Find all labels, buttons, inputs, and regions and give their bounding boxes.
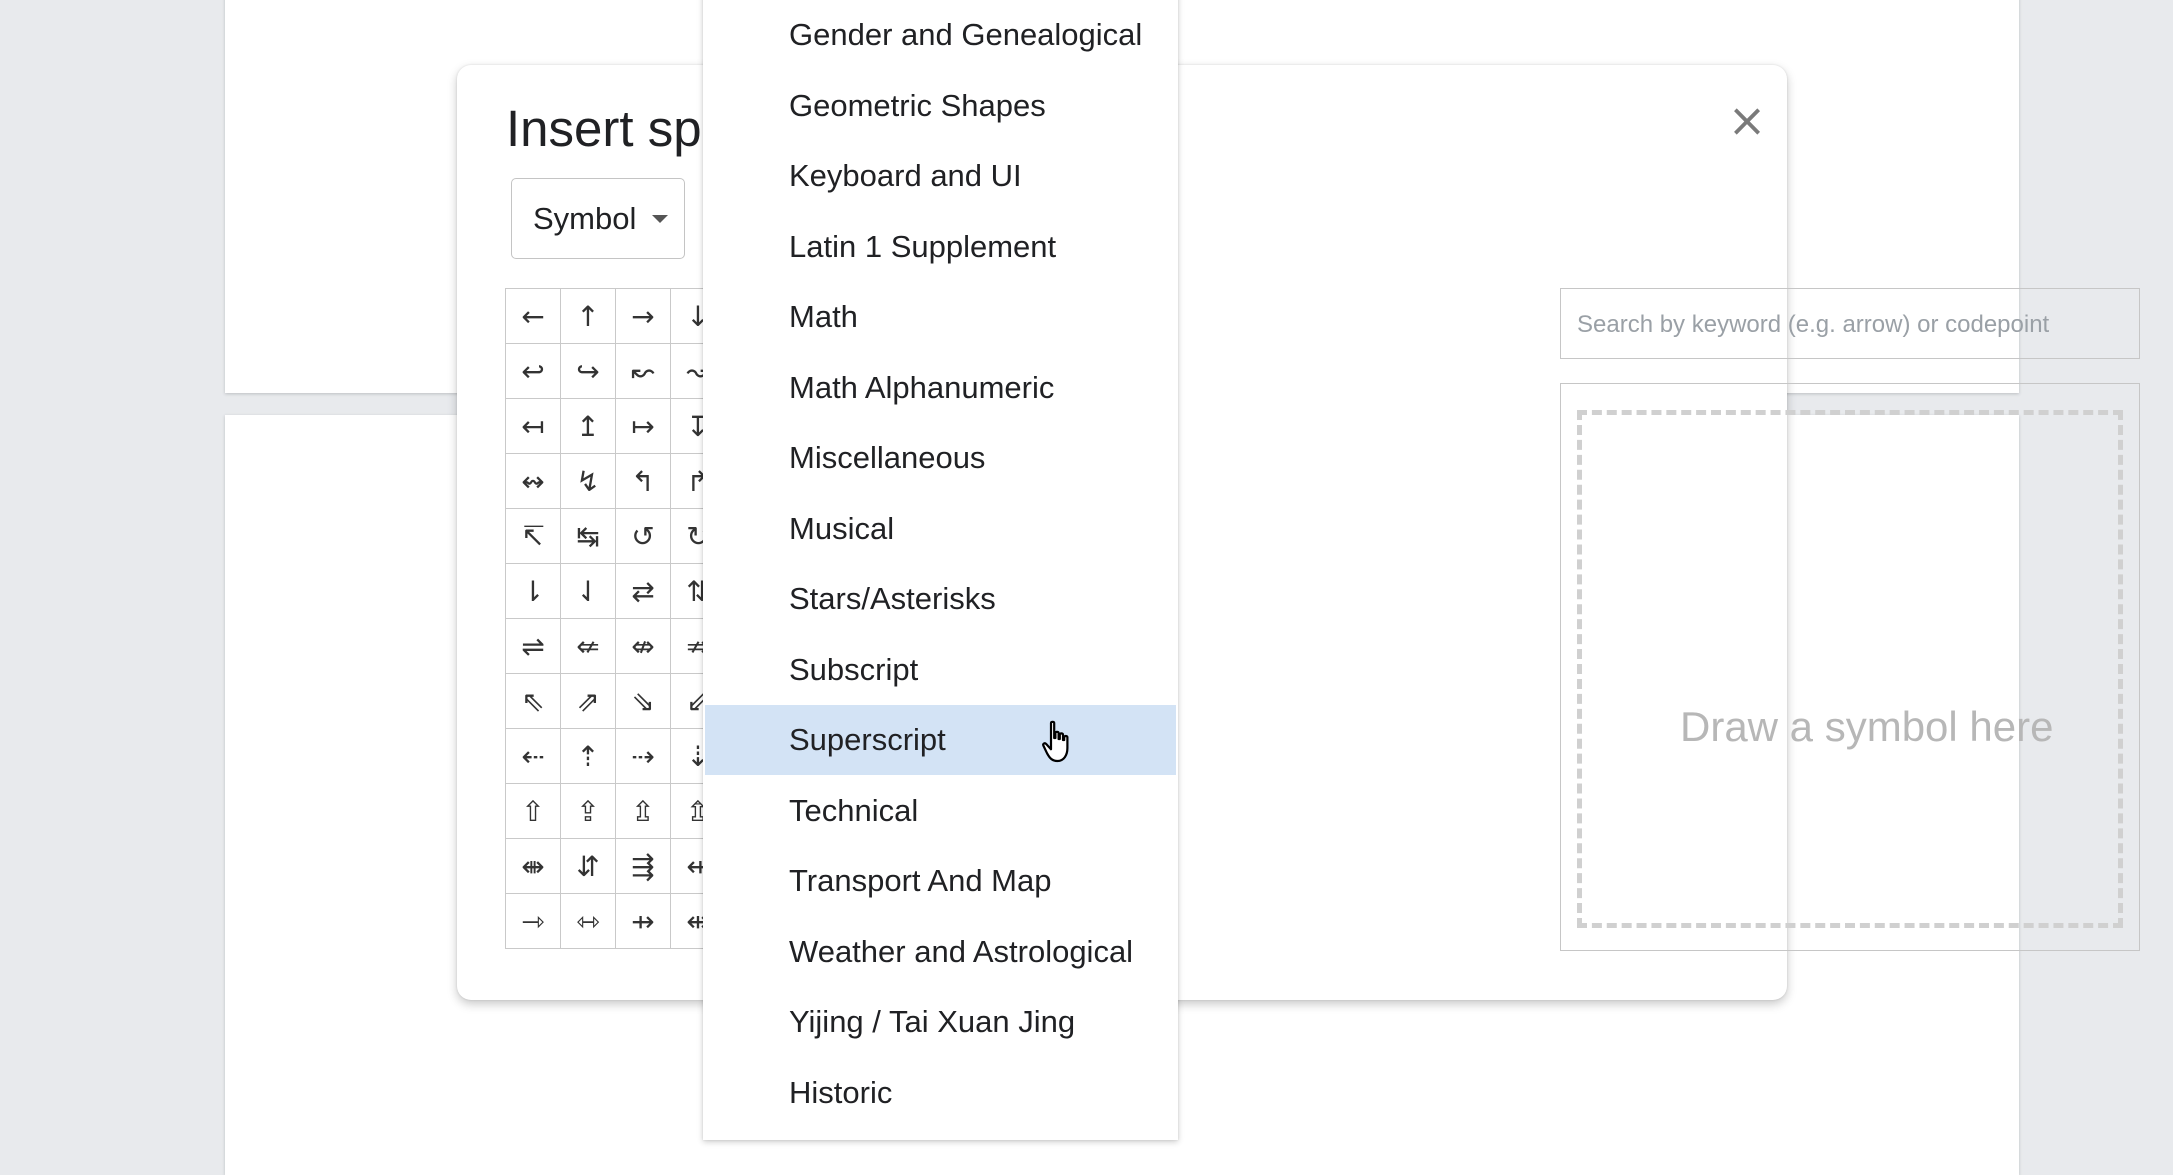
menu-item-math-alphanumeric[interactable]: Math Alphanumeric [705, 353, 1176, 423]
symbol-cell[interactable]: ↦ [616, 399, 671, 454]
symbol-cell[interactable]: ⇘ [616, 674, 671, 729]
symbol-cell[interactable]: ↹ [561, 509, 616, 564]
symbol-cell[interactable]: ↸ [506, 509, 561, 564]
symbol-cell[interactable]: → [616, 289, 671, 344]
draw-hint: Draw a symbol here [1680, 703, 2054, 750]
symbol-cell[interactable]: ↩ [506, 344, 561, 399]
symbol-cell[interactable]: ↭ [506, 454, 561, 509]
symbol-cell[interactable]: ⇄ [616, 564, 671, 619]
symbol-cell[interactable]: ⇧ [506, 784, 561, 839]
menu-item-subscript[interactable]: Subscript [705, 635, 1176, 705]
symbol-cell[interactable]: ⇃ [561, 564, 616, 619]
symbol-cell[interactable]: ⇫ [616, 784, 671, 839]
symbol-cell[interactable]: ⇖ [506, 674, 561, 729]
menu-item-keyboard-and-ui[interactable]: Keyboard and UI [705, 141, 1176, 211]
symbol-cell[interactable]: ↥ [561, 399, 616, 454]
symbol-cell[interactable]: ⇍ [561, 619, 616, 674]
menu-item-historic[interactable]: Historic [705, 1058, 1176, 1128]
menu-item-superscript[interactable]: Superscript [705, 705, 1176, 775]
symbol-cell[interactable]: ↪ [561, 344, 616, 399]
symbol-cell[interactable]: ↯ [561, 454, 616, 509]
symbol-cell[interactable]: ⇡ [561, 729, 616, 784]
symbol-cell[interactable]: ⇸ [616, 894, 671, 949]
menu-item-gender-and-genealogical[interactable]: Gender and Genealogical [705, 0, 1176, 70]
symbol-cell[interactable]: ⇂ [506, 564, 561, 619]
symbol-cell[interactable]: ⇾ [506, 894, 561, 949]
symbol-cell[interactable]: ⇼ [506, 839, 561, 894]
menu-item-weather-and-astrological[interactable]: Weather and Astrological [705, 917, 1176, 987]
menu-item-geometric-shapes[interactable]: Geometric Shapes [705, 71, 1176, 141]
symbol-cell[interactable]: ↺ [616, 509, 671, 564]
symbol-cell[interactable]: ⇎ [616, 619, 671, 674]
symbol-cell[interactable]: ⇠ [506, 729, 561, 784]
menu-item-musical[interactable]: Musical [705, 494, 1176, 564]
menu-item-yijing-tai-xuan-jing[interactable]: Yijing / Tai Xuan Jing [705, 987, 1176, 1057]
menu-item-miscellaneous[interactable]: Miscellaneous [705, 423, 1176, 493]
menu-item-math[interactable]: Math [705, 282, 1176, 352]
symbol-cell[interactable]: ← [506, 289, 561, 344]
dropdown-caret-icon [652, 214, 669, 223]
symbol-cell[interactable]: ↜ [616, 344, 671, 399]
symbol-cell[interactable]: ⇶ [616, 839, 671, 894]
category-select[interactable]: Symbol [511, 178, 685, 259]
symbol-cell[interactable]: ⇢ [616, 729, 671, 784]
symbol-cell[interactable]: ↑ [561, 289, 616, 344]
symbol-cell[interactable]: ⇪ [561, 784, 616, 839]
symbol-grid: ← ↑ → ↓ ↩ ↪ ↜ ↝ ↤ ↥ ↦ ↧ ↭ ↯ ↰ ↱ ↸ ↹ ↺ ↻ ⇂ ⇃ ⇄ ⇅ ⇌ ⇍ ⇎ ⇏ ⇖ ⇗ ⇘ ⇙ ⇠ ⇡ ⇢ ⇣ ⇧ ⇪ ⇫ ⇬… [505, 288, 726, 949]
symbol-cell[interactable]: ⇵ [561, 839, 616, 894]
symbol-cell[interactable]: ⇗ [561, 674, 616, 729]
category-select-value: Symbol [533, 200, 637, 236]
menu-item-latin-1-supplement[interactable]: Latin 1 Supplement [705, 212, 1176, 282]
menu-item-stars-asterisks[interactable]: Stars/Asterisks [705, 564, 1176, 634]
menu-item-technical[interactable]: Technical [705, 776, 1176, 846]
close-icon[interactable]: × [1727, 97, 1767, 143]
symbol-cell[interactable]: ⇌ [506, 619, 561, 674]
dialog-title: Insert spe [506, 100, 730, 157]
category-dropdown-menu: Gender and Genealogical Geometric Shapes K… [703, 0, 1178, 1140]
draw-area[interactable] [1577, 410, 2123, 928]
symbol-cell[interactable]: ⇿ [561, 894, 616, 949]
symbol-cell[interactable]: ↤ [506, 399, 561, 454]
menu-item-transport-and-map[interactable]: Transport And Map [705, 846, 1176, 916]
search-input[interactable] [1575, 290, 2134, 359]
symbol-cell[interactable]: ↰ [616, 454, 671, 509]
